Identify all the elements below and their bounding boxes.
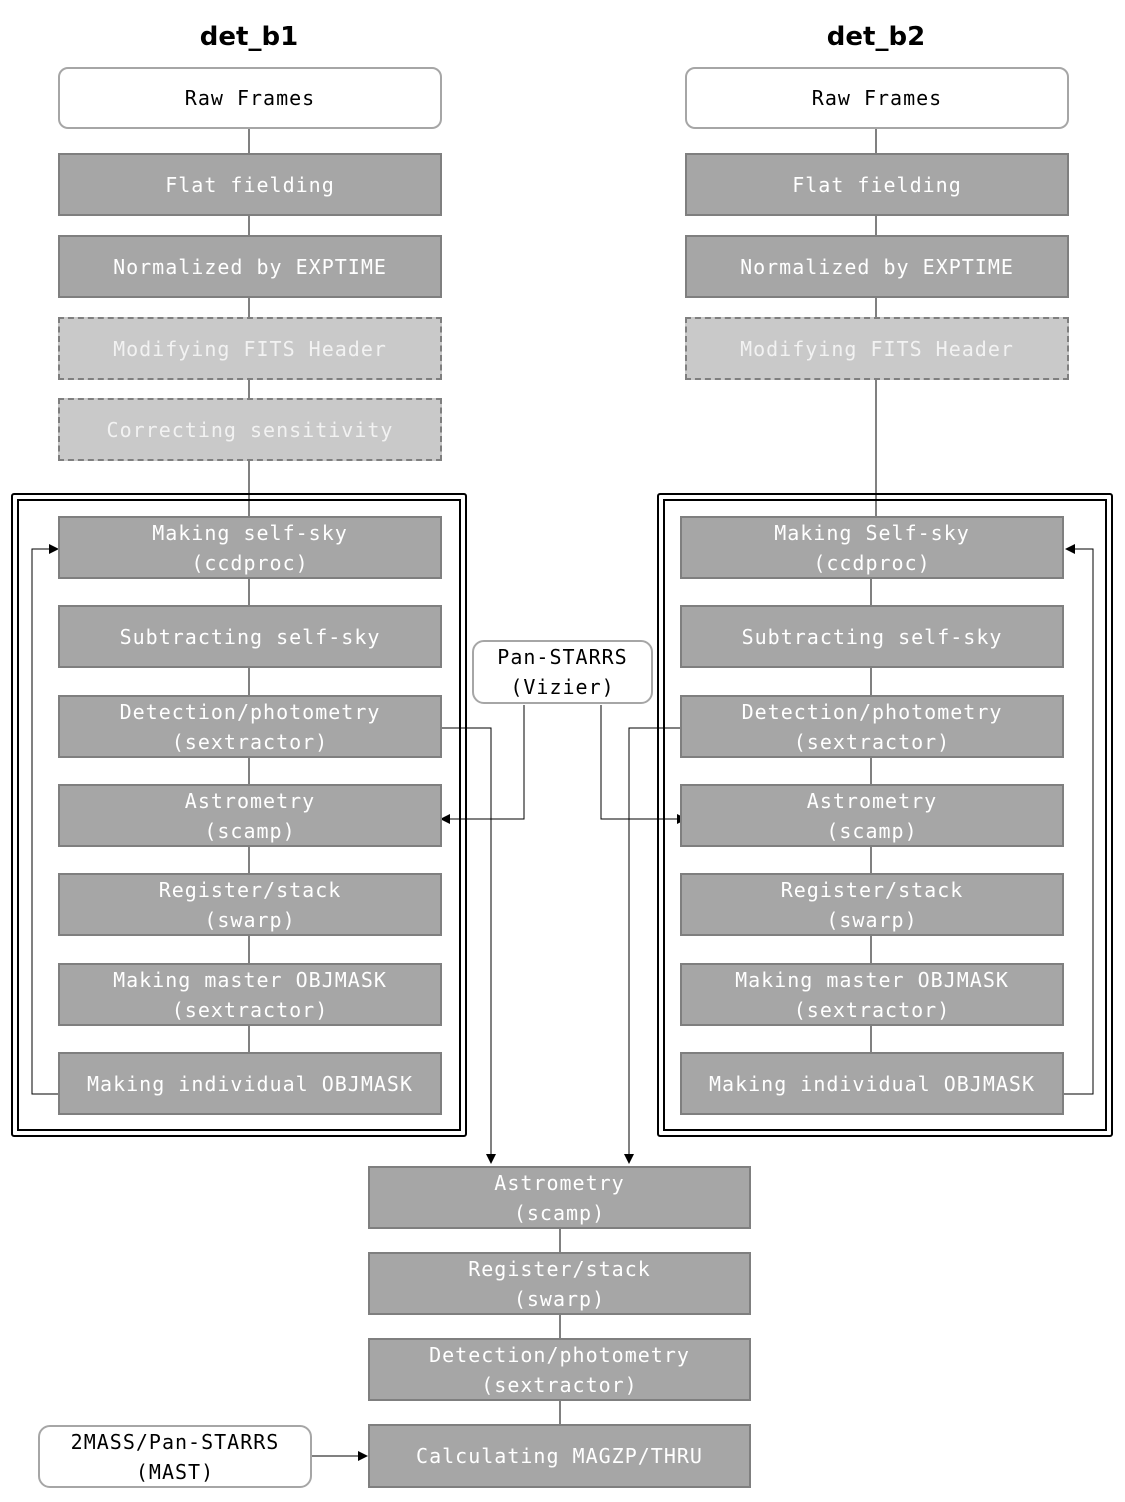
b2-master-objmask: Making master OBJMASK (sextractor) xyxy=(680,963,1064,1026)
b1-detection-photometry: Detection/photometry (sextractor) xyxy=(58,695,442,758)
column-title-det-b2: det_b2 xyxy=(826,22,926,52)
b1-subtract-self-sky: Subtracting self-sky xyxy=(58,605,442,668)
b2-flat-fielding: Flat fielding xyxy=(685,153,1069,216)
b1-modify-fits-header: Modifying FITS Header xyxy=(58,317,442,380)
b1-flat-fielding: Flat fielding xyxy=(58,153,442,216)
b1-normalize-exptime: Normalized by EXPTIME xyxy=(58,235,442,298)
b1-raw-frames: Raw Frames xyxy=(58,67,442,129)
b1-master-objmask: Making master OBJMASK (sextractor) xyxy=(58,963,442,1026)
b2-make-self-sky: Making Self-sky (ccdproc) xyxy=(680,516,1064,579)
b1-correct-sensitivity: Correcting sensitivity xyxy=(58,398,442,461)
b1-astrometry: Astrometry (scamp) xyxy=(58,784,442,847)
b1-register-stack: Register/stack (swarp) xyxy=(58,873,442,936)
b1-make-self-sky: Making self-sky (ccdproc) xyxy=(58,516,442,579)
combined-detection-photometry: Detection/photometry (sextractor) xyxy=(368,1338,751,1401)
b2-astrometry: Astrometry (scamp) xyxy=(680,784,1064,847)
b2-subtract-self-sky: Subtracting self-sky xyxy=(680,605,1064,668)
combined-register-stack: Register/stack (swarp) xyxy=(368,1252,751,1315)
b1-individual-objmask: Making individual OBJMASK xyxy=(58,1052,442,1115)
panstarrs-vizier-catalog: Pan-STARRS (Vizier) xyxy=(472,640,653,704)
b2-raw-frames: Raw Frames xyxy=(685,67,1069,129)
b2-detection-photometry: Detection/photometry (sextractor) xyxy=(680,695,1064,758)
column-title-det-b1: det_b1 xyxy=(199,22,299,52)
combined-astrometry: Astrometry (scamp) xyxy=(368,1166,751,1229)
b2-modify-fits-header: Modifying FITS Header xyxy=(685,317,1069,380)
calculate-magzp-thru: Calculating MAGZP/THRU xyxy=(368,1424,751,1488)
b2-individual-objmask: Making individual OBJMASK xyxy=(680,1052,1064,1115)
b2-register-stack: Register/stack (swarp) xyxy=(680,873,1064,936)
b2-normalize-exptime: Normalized by EXPTIME xyxy=(685,235,1069,298)
mast-catalog: 2MASS/Pan-STARRS (MAST) xyxy=(38,1425,312,1488)
